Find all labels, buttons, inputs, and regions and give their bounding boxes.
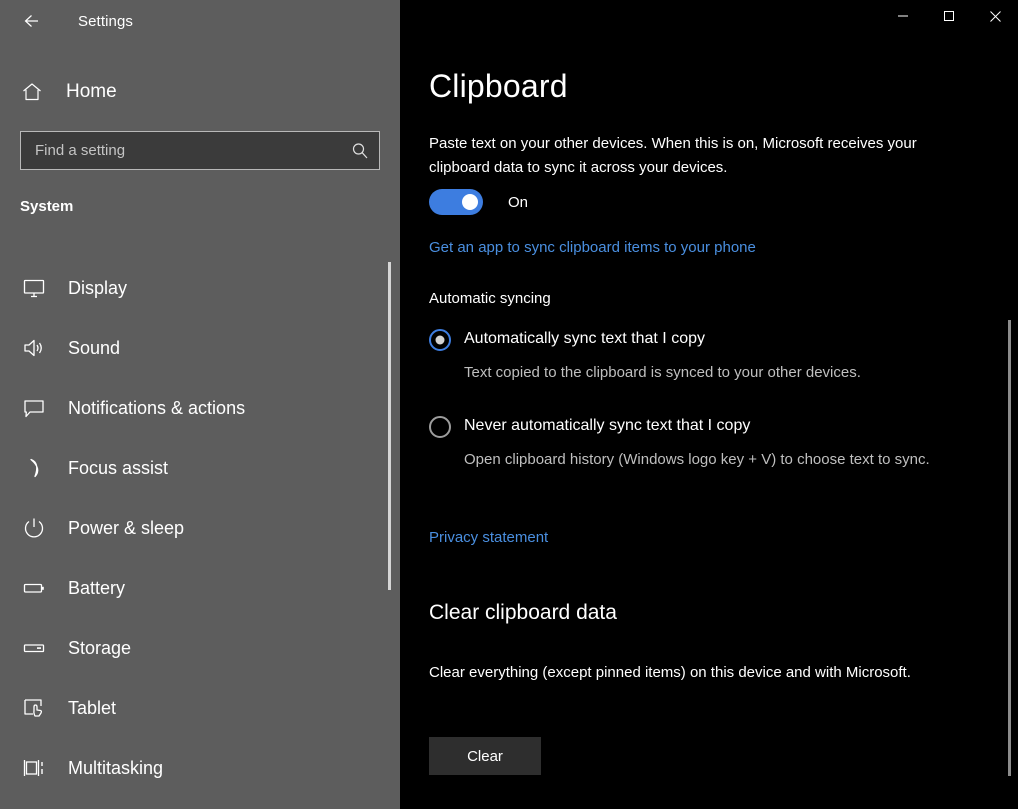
toggle-state-label: On xyxy=(508,193,529,211)
sidebar-item-focus-assist[interactable]: Focus assist xyxy=(0,438,400,498)
search-box[interactable] xyxy=(20,131,380,170)
sidebar-item-notifications[interactable]: Notifications & actions xyxy=(0,378,400,438)
speaker-icon xyxy=(10,336,58,360)
radio-button-unselected[interactable] xyxy=(429,416,451,438)
radio-option-auto-sync-description: Text copied to the clipboard is synced t… xyxy=(464,364,861,381)
maximize-button[interactable] xyxy=(926,0,972,32)
close-button[interactable] xyxy=(972,0,1018,32)
monitor-icon xyxy=(10,276,58,300)
radio-option-auto-sync-label: Automatically sync text that I copy xyxy=(464,330,705,347)
radio-option-never-sync-description: Open clipboard history (Windows logo key… xyxy=(464,451,930,468)
privacy-statement-link[interactable]: Privacy statement xyxy=(429,529,548,546)
sidebar-item-storage-label: Storage xyxy=(68,637,132,658)
clipboard-sync-toggle[interactable] xyxy=(429,189,483,215)
minimize-icon xyxy=(898,15,908,17)
radio-option-never-sync-texts: Never automatically sync text that I cop… xyxy=(464,415,1004,472)
sidebar-item-battery-label: Battery xyxy=(68,577,126,598)
sidebar-titlebar: Settings xyxy=(0,0,400,42)
sidebar-item-home[interactable]: Home xyxy=(0,72,400,112)
sidebar: Settings Home System xyxy=(0,0,400,809)
power-icon xyxy=(10,516,58,540)
search-icon[interactable] xyxy=(341,142,379,160)
sidebar-item-tablet[interactable]: Tablet xyxy=(0,678,400,738)
radio-option-never-sync-label: Never automatically sync text that I cop… xyxy=(464,417,751,434)
clipboard-sync-toggle-row: On xyxy=(429,189,528,215)
main-content: Clipboard Paste text on your other devic… xyxy=(400,42,1018,809)
get-app-sync-link[interactable]: Get an app to sync clipboard items to yo… xyxy=(429,239,756,256)
page-description: Paste text on your other devices. When t… xyxy=(429,135,917,176)
window-controls xyxy=(400,0,1018,42)
minimize-button[interactable] xyxy=(880,0,926,32)
sidebar-item-power-sleep[interactable]: Power & sleep xyxy=(0,498,400,558)
settings-window: Settings Home System xyxy=(0,0,1018,809)
sidebar-item-tablet-label: Tablet xyxy=(68,697,117,718)
clear-button[interactable]: Clear xyxy=(429,737,541,775)
battery-icon xyxy=(10,576,58,600)
sidebar-item-power-sleep-label: Power & sleep xyxy=(68,517,185,538)
toggle-knob xyxy=(462,194,478,210)
sidebar-item-display[interactable]: Display xyxy=(0,258,400,318)
tablet-touch-icon xyxy=(10,696,58,720)
radio-dot xyxy=(435,335,445,345)
multitasking-icon xyxy=(10,756,58,780)
sidebar-item-storage[interactable]: Storage xyxy=(0,618,400,678)
moon-icon xyxy=(10,456,58,480)
sidebar-item-multitasking-label: Multitasking xyxy=(68,757,164,778)
sidebar-item-display-label: Display xyxy=(68,277,128,298)
radio-option-never-sync[interactable]: Never automatically sync text that I cop… xyxy=(429,415,1004,472)
search-input[interactable] xyxy=(21,142,341,159)
page-title: Clipboard xyxy=(429,68,568,104)
radio-option-auto-sync[interactable]: Automatically sync text that I copy Text… xyxy=(429,328,1004,385)
clear-clipboard-heading: Clear clipboard data xyxy=(429,601,617,624)
sidebar-scrollbar-thumb[interactable] xyxy=(388,262,391,590)
drive-icon xyxy=(10,636,58,660)
sidebar-item-sound-label: Sound xyxy=(68,337,121,358)
maximize-icon xyxy=(944,11,954,21)
radio-button-selected[interactable] xyxy=(429,329,451,351)
automatic-syncing-label: Automatic syncing xyxy=(429,290,551,307)
clear-clipboard-description: Clear everything (except pinned items) o… xyxy=(429,664,911,681)
home-icon xyxy=(8,81,56,103)
app-title: Settings xyxy=(78,12,133,30)
back-arrow-icon xyxy=(24,15,38,27)
back-button[interactable] xyxy=(8,5,54,37)
close-icon xyxy=(989,10,1001,22)
sidebar-item-battery[interactable]: Battery xyxy=(0,558,400,618)
radio-option-auto-sync-texts: Automatically sync text that I copy Text… xyxy=(464,328,1004,385)
sidebar-nav-list: Display Sound Notifications & actions Fo… xyxy=(0,258,400,798)
content-scrollbar-thumb[interactable] xyxy=(1008,320,1011,776)
comment-icon xyxy=(10,396,58,420)
sidebar-section-title: System xyxy=(20,198,74,215)
sidebar-item-focus-assist-label: Focus assist xyxy=(68,457,169,478)
sidebar-item-notifications-label: Notifications & actions xyxy=(68,397,246,418)
sidebar-item-home-label: Home xyxy=(66,81,117,102)
sidebar-item-sound[interactable]: Sound xyxy=(0,318,400,378)
sidebar-item-multitasking[interactable]: Multitasking xyxy=(0,738,400,798)
